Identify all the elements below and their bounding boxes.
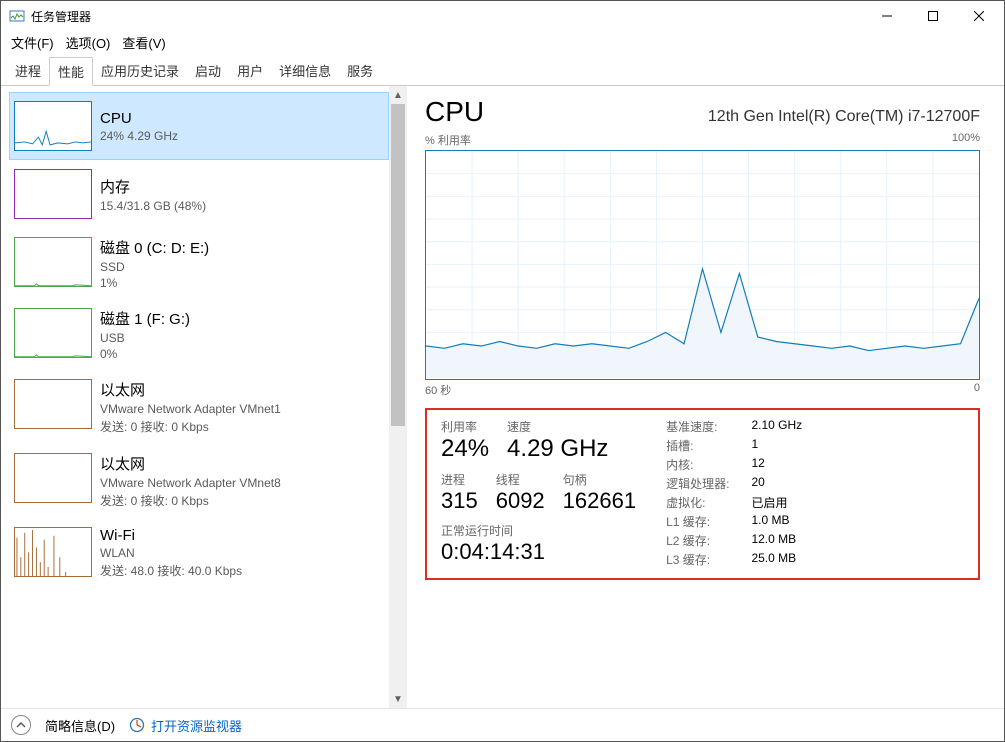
stat-threads: 线程 6092 bbox=[496, 471, 545, 514]
cpu-stats-box: 利用率 24% 速度 4.29 GHz 进程 315 线程 60 bbox=[425, 408, 980, 580]
sidebar-item-sub: SSD bbox=[100, 260, 209, 274]
sidebar-thumb-disk bbox=[14, 237, 92, 287]
tab-strip: 进程性能应用历史记录启动用户详细信息服务 bbox=[1, 56, 1004, 86]
sidebar-item-sub2: 发送: 0 接收: 0 Kbps bbox=[100, 418, 281, 435]
brief-info-link[interactable]: 简略信息(D) bbox=[45, 716, 115, 735]
sidebar-item-sub: WLAN bbox=[100, 546, 242, 560]
sidebar-item-title: 以太网 bbox=[100, 453, 281, 474]
maximize-button[interactable] bbox=[910, 1, 956, 31]
spec-value: 12 bbox=[751, 456, 802, 473]
app-icon bbox=[9, 8, 25, 24]
expand-up-icon[interactable] bbox=[11, 715, 31, 735]
spec-key: 虚拟化: bbox=[666, 494, 729, 511]
spec-value: 1.0 MB bbox=[751, 513, 802, 530]
sidebar-item-sub: VMware Network Adapter VMnet1 bbox=[100, 402, 281, 416]
performance-sidebar[interactable]: CPU 24% 4.29 GHz 内存 15.4/31.8 GB (48%) 磁盘 0 … bbox=[1, 86, 389, 708]
sidebar-item-sub: VMware Network Adapter VMnet8 bbox=[100, 476, 281, 490]
title-bar: 任务管理器 bbox=[1, 1, 1004, 31]
spec-key: L2 缓存: bbox=[666, 532, 729, 549]
sidebar-item-disk-3[interactable]: 磁盘 1 (F: G:) USB 0% bbox=[9, 299, 389, 370]
status-bar: 简略信息(D) 打开资源监视器 bbox=[1, 708, 1004, 741]
spec-key: 插槽: bbox=[666, 437, 729, 454]
sidebar-item-title: Wi-Fi bbox=[100, 527, 242, 544]
scroll-up-icon[interactable]: ▲ bbox=[389, 86, 407, 104]
tab-5[interactable]: 详细信息 bbox=[271, 57, 339, 86]
cpu-panel: CPU 12th Gen Intel(R) Core(TM) i7-12700F… bbox=[407, 86, 1004, 708]
spec-value: 20 bbox=[751, 475, 802, 492]
tab-2[interactable]: 应用历史记录 bbox=[93, 57, 187, 86]
spec-key: L3 缓存: bbox=[666, 551, 729, 568]
sidebar-thumb-disk bbox=[14, 308, 92, 358]
sidebar-item-net-5[interactable]: 以太网 VMware Network Adapter VMnet8 发送: 0 接收… bbox=[9, 444, 389, 518]
spec-key: 基准速度: bbox=[666, 418, 729, 435]
sidebar-item-title: 磁盘 0 (C: D: E:) bbox=[100, 237, 209, 258]
sidebar-thumb-mem bbox=[14, 169, 92, 219]
spec-value: 1 bbox=[751, 437, 802, 454]
menu-file[interactable]: 文件(F) bbox=[11, 33, 54, 52]
stat-handles: 句柄 162661 bbox=[563, 471, 636, 514]
spec-value: 2.10 GHz bbox=[751, 418, 802, 435]
sidebar-item-title: CPU bbox=[100, 110, 178, 127]
cpu-usage-chart bbox=[425, 150, 980, 380]
chart-xlabel-right: 0 bbox=[974, 382, 980, 398]
sidebar-item-sub2: 发送: 48.0 接收: 40.0 Kbps bbox=[100, 562, 242, 579]
minimize-button[interactable] bbox=[864, 1, 910, 31]
cpu-spec-table: 基准速度: 2.10 GHz 插槽: 1 内核: 12 逻辑处理器: 20 虚拟化: 已启用 L1 … bbox=[666, 418, 802, 568]
chart-ymax: 100% bbox=[952, 132, 980, 148]
sidebar-item-sub: 15.4/31.8 GB (48%) bbox=[100, 199, 206, 213]
stat-uptime: 正常运行时间 0:04:14:31 bbox=[441, 522, 636, 565]
tab-6[interactable]: 服务 bbox=[339, 57, 381, 86]
sidebar-thumb-wifi bbox=[14, 527, 92, 577]
sidebar-item-wifi-6[interactable]: Wi-Fi WLAN 发送: 48.0 接收: 40.0 Kbps bbox=[9, 518, 389, 588]
menu-bar: 文件(F) 选项(O) 查看(V) bbox=[1, 31, 1004, 56]
sidebar-item-title: 磁盘 1 (F: G:) bbox=[100, 308, 190, 329]
spec-key: 内核: bbox=[666, 456, 729, 473]
sidebar-item-disk-2[interactable]: 磁盘 0 (C: D: E:) SSD 1% bbox=[9, 228, 389, 299]
stat-speed: 速度 4.29 GHz bbox=[507, 418, 608, 463]
sidebar-item-title: 内存 bbox=[100, 176, 206, 197]
tab-3[interactable]: 启动 bbox=[187, 57, 229, 86]
menu-options[interactable]: 选项(O) bbox=[66, 33, 111, 52]
menu-view[interactable]: 查看(V) bbox=[122, 33, 165, 52]
stat-processes: 进程 315 bbox=[441, 471, 478, 514]
stat-utilization: 利用率 24% bbox=[441, 418, 489, 463]
sidebar-item-sub: USB bbox=[100, 331, 190, 345]
scroll-down-icon[interactable]: ▼ bbox=[389, 690, 407, 708]
sidebar-item-title: 以太网 bbox=[100, 379, 281, 400]
spec-value: 25.0 MB bbox=[751, 551, 802, 568]
sidebar-item-sub2: 1% bbox=[100, 276, 209, 290]
sidebar-thumb-net bbox=[14, 453, 92, 503]
sidebar-item-sub2: 发送: 0 接收: 0 Kbps bbox=[100, 492, 281, 509]
tab-0[interactable]: 进程 bbox=[7, 57, 49, 86]
tab-1[interactable]: 性能 bbox=[49, 57, 93, 86]
sidebar-item-cpu-0[interactable]: CPU 24% 4.29 GHz bbox=[9, 92, 389, 160]
spec-value: 12.0 MB bbox=[751, 532, 802, 549]
resource-monitor-link[interactable]: 打开资源监视器 bbox=[151, 716, 242, 735]
spec-key: L1 缓存: bbox=[666, 513, 729, 530]
sidebar-thumb-cpu bbox=[14, 101, 92, 151]
sidebar-item-sub: 24% 4.29 GHz bbox=[100, 129, 178, 143]
spec-key: 逻辑处理器: bbox=[666, 475, 729, 492]
sidebar-item-sub2: 0% bbox=[100, 347, 190, 361]
window-title: 任务管理器 bbox=[31, 8, 91, 25]
sidebar-thumb-net bbox=[14, 379, 92, 429]
resource-monitor-icon bbox=[129, 717, 145, 733]
chart-ylabel: % 利用率 bbox=[425, 132, 471, 148]
sidebar-scrollbar[interactable]: ▲ ▼ bbox=[389, 86, 407, 708]
sidebar-item-net-4[interactable]: 以太网 VMware Network Adapter VMnet1 发送: 0 接收… bbox=[9, 370, 389, 444]
cpu-model: 12th Gen Intel(R) Core(TM) i7-12700F bbox=[708, 108, 980, 126]
chart-xlabel-left: 60 秒 bbox=[425, 382, 451, 398]
close-button[interactable] bbox=[956, 1, 1002, 31]
spec-value: 已启用 bbox=[751, 494, 802, 511]
tab-4[interactable]: 用户 bbox=[229, 57, 271, 86]
scroll-thumb[interactable] bbox=[391, 104, 405, 426]
panel-title: CPU bbox=[425, 96, 484, 128]
sidebar-item-mem-1[interactable]: 内存 15.4/31.8 GB (48%) bbox=[9, 160, 389, 228]
